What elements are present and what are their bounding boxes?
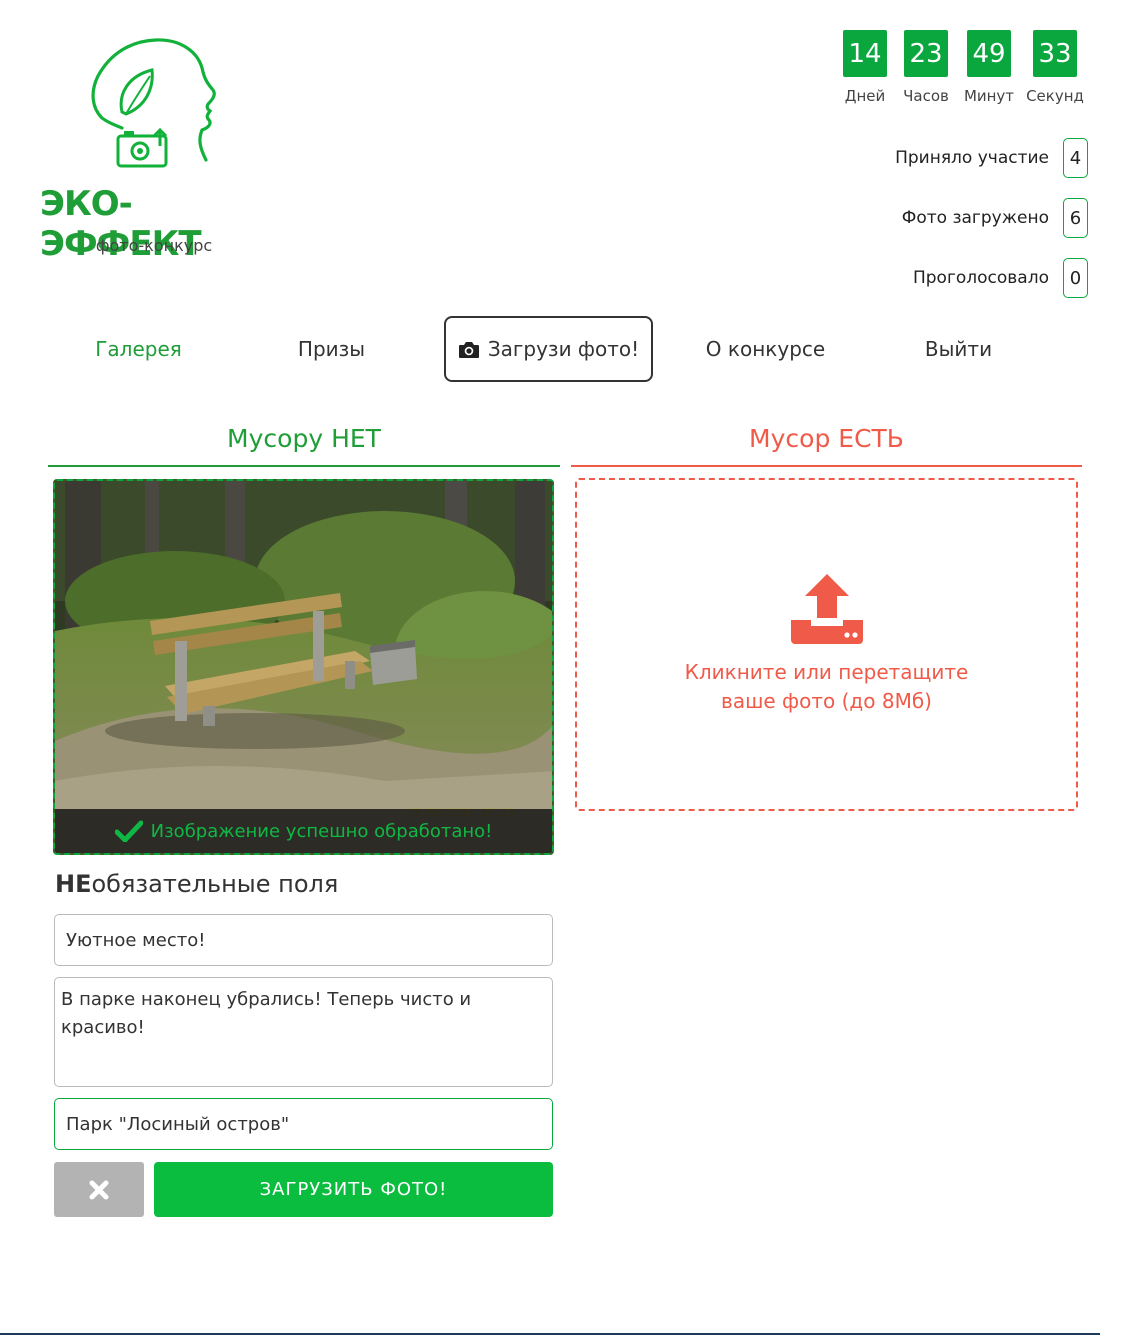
countdown-value: 33 bbox=[1033, 30, 1077, 77]
photo-dropzone[interactable]: Кликните или перетащите ваше фото (до 8М… bbox=[575, 478, 1078, 811]
optional-title-strong: НЕ bbox=[55, 870, 92, 898]
stat-label: Проголосовало bbox=[912, 268, 1049, 288]
nav-logout[interactable]: Выйти bbox=[862, 316, 1055, 382]
column-title-dirty: Мусор ЕСТЬ bbox=[571, 424, 1082, 467]
park-bench-photo bbox=[55, 481, 552, 853]
brand-subtitle: фото-конкурс bbox=[95, 236, 213, 255]
countdown-hours: 23 Часов bbox=[894, 30, 958, 105]
contest-stats: Приняло участие 4 Фото загружено 6 Прого… bbox=[848, 138, 1088, 318]
photo-location-input[interactable] bbox=[54, 1098, 553, 1150]
nav-upload-label: Загрузи фото! bbox=[487, 337, 640, 361]
uploaded-photo-preview[interactable]: 09/08/2016 17:39 Изображение успешно обр… bbox=[53, 479, 554, 855]
main-nav: Галерея Призы Загрузи фото! О конкурсе В… bbox=[42, 316, 1092, 382]
nav-prizes[interactable]: Призы bbox=[235, 316, 428, 382]
countdown-days: 14 Дней bbox=[836, 30, 894, 105]
camera-icon bbox=[458, 341, 479, 358]
countdown-label: Часов bbox=[903, 87, 949, 105]
stat-value: 6 bbox=[1063, 198, 1088, 238]
column-title-clean: Мусору НЕТ bbox=[48, 424, 560, 467]
stat-value: 0 bbox=[1063, 258, 1088, 298]
countdown-label: Дней bbox=[844, 87, 886, 105]
close-icon bbox=[89, 1180, 109, 1199]
photo-title-input[interactable] bbox=[54, 914, 553, 966]
clear-button[interactable] bbox=[54, 1162, 144, 1217]
nav-upload-photo[interactable]: Загрузи фото! bbox=[444, 316, 653, 382]
countdown-value: 49 bbox=[967, 30, 1011, 77]
upload-photo-button[interactable]: ЗАГРУЗИТЬ ФОТО! bbox=[154, 1162, 553, 1217]
photo-description-input[interactable]: В парке наконец убрались! Теперь чисто и… bbox=[54, 977, 553, 1087]
image-status-text: Изображение успешно обработано! bbox=[150, 820, 493, 842]
optional-fields-title: НЕобязательные поля bbox=[55, 870, 338, 898]
countdown-label: Секунд bbox=[1026, 87, 1084, 105]
countdown-value: 14 bbox=[843, 30, 887, 77]
countdown-timer: 14 Дней 23 Часов 49 Минут 33 Секунд bbox=[836, 30, 1090, 105]
nav-about[interactable]: О конкурсе bbox=[669, 316, 862, 382]
optional-title-rest: обязательные поля bbox=[91, 870, 339, 898]
stat-participants: Приняло участие 4 bbox=[848, 138, 1088, 178]
stat-voters: Проголосовало 0 bbox=[848, 258, 1088, 298]
head-leaf-camera-logo bbox=[91, 38, 216, 168]
stat-label: Приняло участие bbox=[895, 148, 1049, 168]
check-icon bbox=[114, 820, 143, 842]
countdown-value: 23 bbox=[904, 30, 948, 77]
stat-label: Фото загружено bbox=[901, 208, 1049, 228]
stat-value: 4 bbox=[1063, 138, 1088, 178]
dropzone-text: Кликните или перетащите ваше фото (до 8М… bbox=[684, 659, 969, 713]
nav-gallery[interactable]: Галерея bbox=[42, 316, 235, 382]
image-status-bar: Изображение успешно обработано! bbox=[55, 809, 552, 853]
countdown-minutes: 49 Минут bbox=[958, 30, 1020, 105]
countdown-label: Минут bbox=[963, 87, 1015, 105]
upload-tray-icon bbox=[790, 573, 863, 644]
countdown-seconds: 33 Секунд bbox=[1020, 30, 1090, 105]
stat-photos: Фото загружено 6 bbox=[848, 198, 1088, 238]
